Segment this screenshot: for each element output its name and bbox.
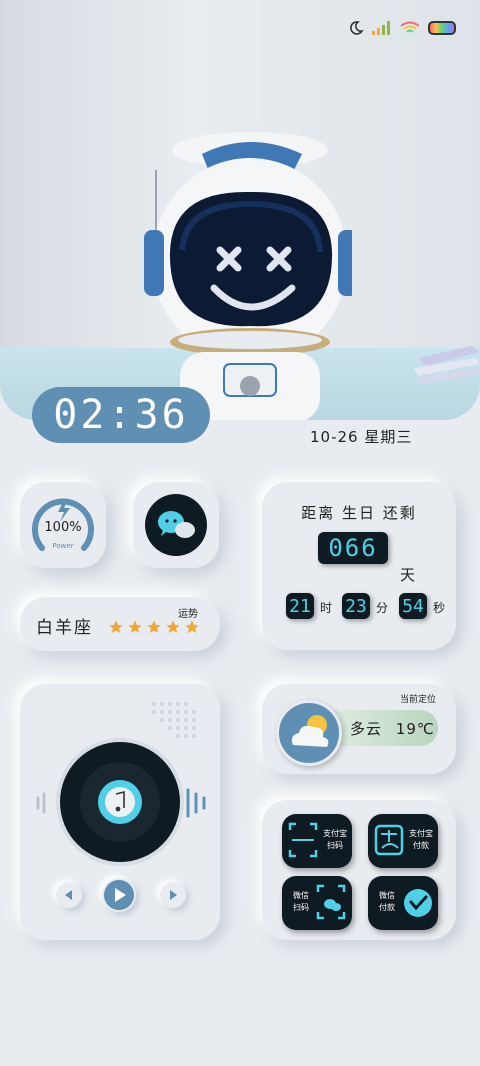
days-counter: 066 — [318, 532, 388, 564]
minutes-unit: 分 — [376, 601, 389, 615]
alipay-pay-button[interactable]: 支付宝 付款 — [368, 814, 438, 868]
star-icon — [128, 620, 142, 633]
payment-shortcuts-widget: 支付宝 扫码 支付宝 付款 微信 扫码 微信 付款 — [262, 800, 456, 940]
weather-widget[interactable]: 当前定位 多云 19℃ — [262, 684, 456, 774]
hours-unit: 时 — [320, 601, 333, 615]
zodiac-name: 白羊座 — [36, 618, 93, 638]
cloudy-icon — [276, 700, 342, 766]
status-bar — [348, 20, 456, 36]
weather-text: 多云 19℃ — [350, 718, 435, 739]
pay-label-2b: 付款 — [413, 841, 429, 850]
star-icon — [109, 620, 123, 633]
play-icon — [104, 880, 134, 910]
pay-label-2a: 支付宝 — [409, 829, 433, 838]
next-button[interactable] — [160, 882, 186, 908]
prev-button[interactable] — [56, 882, 82, 908]
books-image — [414, 346, 480, 384]
pay-label-1a: 支付宝 — [323, 829, 347, 838]
alipay-scan-button[interactable]: 支付宝 扫码 — [282, 814, 352, 868]
birthday-countdown-widget[interactable]: 距离 生日 还剩 066 天 21 时 23 分 54 秒 — [262, 482, 456, 650]
weather-condition: 多云 — [350, 720, 383, 738]
play-button[interactable] — [102, 878, 136, 912]
moon-icon — [350, 21, 364, 35]
weather-temperature: 19℃ — [395, 720, 435, 738]
location-label: 当前定位 — [400, 695, 437, 705]
zodiac-widget[interactable]: 白羊座 运势 — [20, 597, 220, 651]
star-icon — [147, 620, 161, 633]
hours-counter: 21 — [286, 593, 314, 619]
wechat-pay-icon — [404, 889, 432, 917]
wechat-widget[interactable] — [133, 482, 219, 568]
battery-icon — [428, 21, 456, 35]
wifi-icon — [400, 21, 420, 33]
signal-icon — [372, 21, 390, 35]
music-player-widget[interactable] — [20, 684, 220, 940]
pay-label-1b: 扫码 — [327, 841, 343, 850]
wechat-icon[interactable] — [133, 482, 219, 568]
power-widget[interactable]: 100% Power — [20, 482, 106, 568]
wechat-scan-button[interactable]: 微信 扫码 — [282, 876, 352, 930]
power-percent: 100% — [44, 520, 82, 535]
star-icon — [166, 620, 180, 633]
star-icon — [185, 620, 199, 633]
date-label: 10-26 星期三 — [310, 428, 413, 446]
days-unit: 天 — [400, 566, 416, 584]
wechat-scan-icon — [316, 884, 346, 920]
seconds-unit: 秒 — [433, 601, 446, 615]
fortune-label: 运势 — [178, 609, 198, 620]
next-icon — [170, 890, 177, 900]
robot-astronaut-image — [144, 132, 352, 420]
countdown-title: 距离 生日 还剩 — [301, 504, 417, 522]
wechat-pay-button[interactable]: 微信 付款 — [368, 876, 438, 930]
fortune-stars — [108, 619, 200, 635]
minutes-counter: 23 — [342, 593, 370, 619]
prev-icon — [65, 890, 72, 900]
hero-wallpaper — [0, 0, 480, 420]
seconds-counter: 54 — [399, 593, 427, 619]
clock-widget[interactable]: 02:36 — [32, 387, 210, 443]
power-label: Power — [52, 542, 74, 550]
